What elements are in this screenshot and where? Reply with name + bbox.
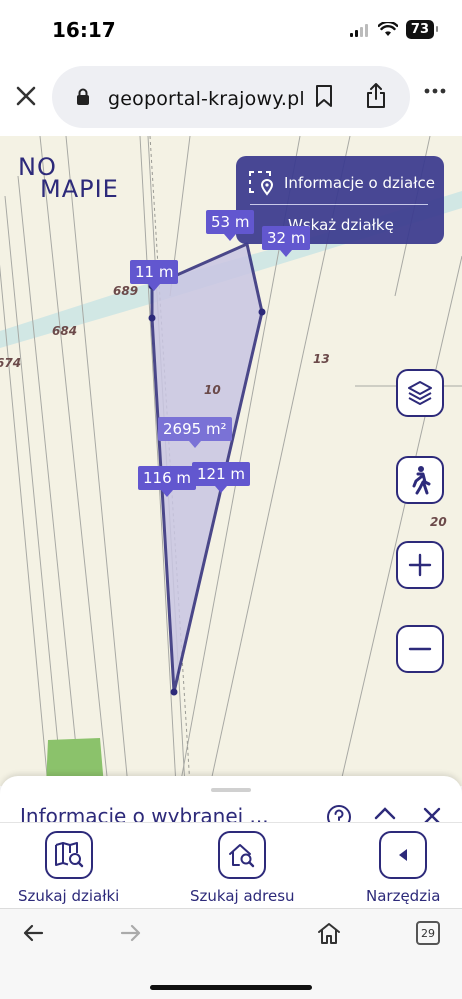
measurement-label: 53 m [206,210,255,241]
tool-icon-box [44,831,93,879]
battery-indicator: 73 [405,20,439,39]
select-parcel-icon [249,171,274,196]
minus-icon [408,647,432,651]
forward-arrow-icon[interactable] [120,923,142,943]
plus-icon [408,553,432,577]
map-search-icon [54,842,83,868]
home-search-icon [229,844,255,868]
plot-number: 684 [52,324,78,338]
search-parcel-button[interactable]: Szukaj działki [18,831,119,905]
measurement-label: 11 m [130,260,179,291]
area-label: 2695 m² [158,417,232,448]
tools-button[interactable]: Narzędzia [366,831,440,905]
pedestrian-icon [412,466,431,495]
measurement-label: 116 m [138,466,197,497]
tool-icon-box [218,831,267,879]
sheet-drag-handle[interactable] [211,788,251,792]
plot-number: 20 [430,515,447,529]
url-field[interactable]: geoportal-krajowy.pl [52,66,410,128]
more-options-icon[interactable] [424,88,446,94]
street-view-button[interactable] [396,456,444,504]
nomapie-logo: NO MAPIE [18,155,119,203]
measurement-label: 32 m [262,226,311,257]
zoom-out-button[interactable] [396,625,444,673]
browser-address-bar: geoportal-krajowy.pl [0,60,462,136]
home-indicator [150,985,312,990]
plot-number: 13 [313,352,330,366]
parcel-info-header[interactable]: Informacje o działce [248,170,435,196]
status-bar: 16:17 73 [0,0,462,60]
tool-label: Narzędzia [366,887,441,905]
signal-icon [349,23,368,37]
measurement-label: 121 m [192,462,251,493]
plot-number: 689 [113,284,139,298]
share-icon[interactable] [364,82,388,110]
parcel-info-title: Informacje o działce [284,174,435,192]
caret-left-icon [399,849,408,861]
bookmark-icon[interactable] [314,84,334,108]
tool-label: Szukaj działki [18,887,120,905]
close-icon[interactable] [12,82,40,110]
back-arrow-icon[interactable] [22,923,44,943]
chevron-up-icon[interactable] [374,806,396,820]
selected-parcel-sheet[interactable]: Informacje o wybranej ... [0,776,462,826]
layers-button[interactable] [396,369,444,417]
app-toolbar: Szukaj działki Szukaj adresu Narzędzia [0,822,462,908]
tabs-button[interactable]: 29 [416,921,440,945]
tool-label: Szukaj adresu [190,887,295,905]
home-icon[interactable] [316,921,342,945]
plot-number: 10 [204,383,221,397]
lock-icon [77,88,89,105]
browser-nav-bar: 29 [0,908,462,999]
tool-icon-box [379,831,428,879]
status-icons: 73 [349,20,439,39]
plot-number: 674 [0,356,22,370]
wifi-icon [377,22,398,36]
map-view[interactable]: NO MAPIE Informacje o działce Wskaż dzia… [0,136,462,786]
layers-icon [408,381,432,405]
url-text: geoportal-krajowy.pl [108,88,305,110]
logo-line-2: MAPIE [40,175,119,203]
divider [250,204,428,205]
search-address-button[interactable]: Szukaj adresu [190,831,295,905]
zoom-in-button[interactable] [396,541,444,589]
status-time: 16:17 [52,18,116,42]
